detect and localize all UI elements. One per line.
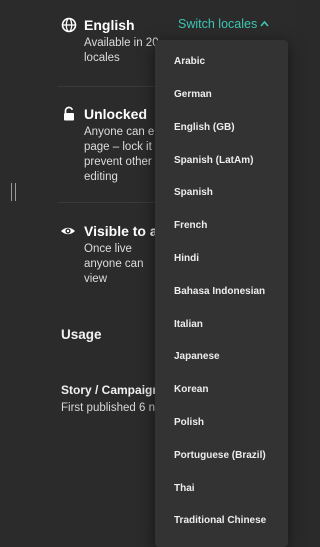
story-published-meta: First published 6 n — [61, 402, 155, 414]
locale-option[interactable]: Korean — [174, 384, 208, 395]
page-settings-panel: English Available in 20 locales Switch l… — [0, 0, 296, 547]
lock-section: Unlocked Anyone can e page – lock it pre… — [84, 106, 154, 185]
chevron-up-icon — [260, 20, 269, 27]
switch-locales-label: Switch locales — [178, 17, 258, 31]
lock-description: Anyone can e page – lock it prevent othe… — [84, 126, 155, 183]
locale-option[interactable]: Polish — [174, 417, 204, 428]
locale-title: English — [84, 17, 135, 33]
locale-option[interactable]: Italian — [174, 319, 203, 330]
locale-option[interactable]: Portuguese (Brazil) — [174, 450, 266, 461]
locale-description: Available in 20 locales — [84, 37, 159, 64]
visibility-title: Visible to al — [84, 223, 162, 239]
usage-heading: Usage — [61, 327, 102, 342]
panel-resize-handle[interactable] — [11, 183, 17, 201]
locale-option[interactable]: Spanish — [174, 187, 213, 198]
lock-title: Unlocked — [84, 106, 148, 122]
unlocked-padlock-icon — [64, 106, 74, 121]
story-title: Story / Campaign — [61, 383, 160, 397]
locale-option[interactable]: Arabic — [174, 56, 205, 67]
locale-option[interactable]: Japanese — [174, 351, 220, 362]
divider — [58, 202, 158, 203]
visibility-section: Visible to al Once live anyone can view — [84, 223, 162, 287]
eye-icon — [61, 227, 75, 235]
locale-option[interactable]: Bahasa Indonesian — [174, 286, 265, 297]
locale-option[interactable]: German — [174, 89, 212, 100]
visibility-description: Once live anyone can view — [84, 243, 144, 285]
locale-dropdown-menu: Arabic German English (GB) Spanish (LatA… — [155, 40, 288, 547]
locale-option[interactable]: English (GB) — [174, 122, 235, 133]
globe-icon — [61, 17, 77, 33]
locale-option[interactable]: Spanish (LatAm) — [174, 155, 253, 166]
locale-option[interactable]: Thai — [174, 483, 195, 494]
locale-option[interactable]: Traditional Chinese — [174, 515, 266, 526]
divider — [58, 86, 158, 87]
locale-option[interactable]: French — [174, 220, 207, 231]
locale-option[interactable]: Hindi — [174, 253, 199, 264]
switch-locales-button[interactable]: Switch locales — [178, 17, 269, 31]
locale-section: English Available in 20 locales — [84, 17, 159, 66]
